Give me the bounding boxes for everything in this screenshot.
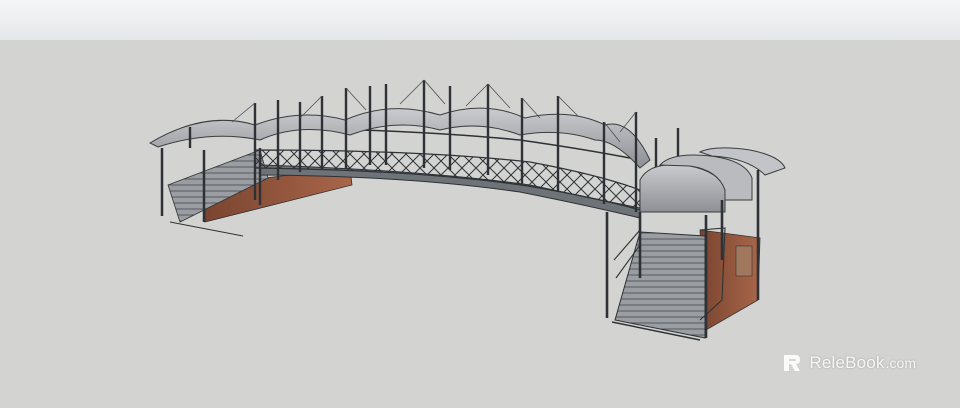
right-brick-base bbox=[699, 229, 761, 331]
pedestrian-bridge-model bbox=[148, 79, 786, 341]
right-stairs bbox=[614, 231, 706, 339]
watermark-domain: .com bbox=[885, 355, 916, 371]
watermark-brand: ReleBook bbox=[809, 353, 885, 372]
model-viewport: ReleBook .com bbox=[0, 0, 960, 408]
watermark: ReleBook .com bbox=[781, 352, 916, 374]
relebook-logo-icon bbox=[784, 355, 801, 371]
